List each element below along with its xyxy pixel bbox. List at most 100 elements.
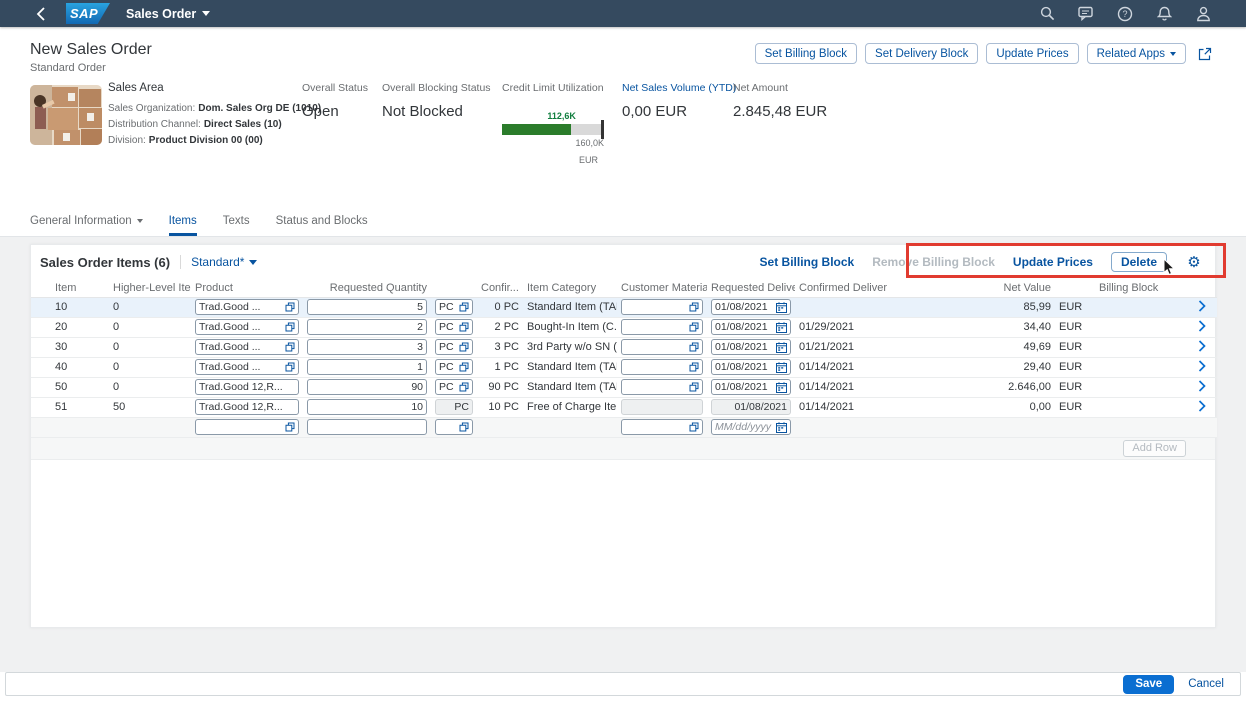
item-row-50[interactable]: 500Trad.Good 12,R...90PC90 PCStandard It… — [31, 377, 1217, 397]
item-row-51[interactable]: 5150Trad.Good 12,R...10PC10 PCFree of Ch… — [31, 397, 1217, 417]
value-help-icon[interactable] — [285, 322, 295, 332]
requested-quantity-input[interactable]: 2 — [307, 319, 427, 335]
profile-icon[interactable] — [1194, 5, 1212, 23]
back-icon[interactable] — [30, 4, 50, 24]
notifications-icon[interactable] — [1155, 5, 1173, 23]
requested-delivery-input[interactable]: 01/08/2021 — [711, 339, 791, 355]
new-customer-material-input[interactable] — [621, 419, 703, 435]
value-help-icon[interactable] — [459, 362, 469, 372]
save-button[interactable]: Save — [1123, 675, 1174, 694]
gear-icon[interactable]: ⚙ — [1185, 253, 1203, 271]
row-navigation[interactable] — [1187, 397, 1217, 417]
value-help-icon[interactable] — [689, 362, 699, 372]
cancel-button[interactable]: Cancel — [1188, 678, 1224, 690]
delete-action[interactable]: Delete — [1111, 252, 1167, 272]
product-input[interactable]: Trad.Good 12,R... — [195, 379, 299, 395]
row-navigation[interactable] — [1187, 357, 1217, 377]
unit-input[interactable]: PC — [435, 339, 473, 355]
row-navigation-icon[interactable] — [1198, 380, 1206, 392]
new-product-input[interactable] — [195, 419, 299, 435]
item-row-30[interactable]: 300Trad.Good ...3PC3 PC3rd Party w/o SN … — [31, 337, 1217, 357]
item-row-40[interactable]: 400Trad.Good ...1PC1 PCStandard Item (TA… — [31, 357, 1217, 377]
calendar-icon[interactable] — [776, 302, 787, 313]
value-help-icon[interactable] — [285, 422, 295, 432]
set-billing-block-button[interactable]: Set Billing Block — [755, 43, 857, 64]
value-help-icon[interactable] — [285, 342, 295, 352]
open-in-new-icon[interactable] — [1194, 43, 1216, 64]
sales-area-facet: Sales Area Sales Organization:Dom. Sales… — [108, 82, 321, 146]
update-prices-button[interactable]: Update Prices — [986, 43, 1078, 64]
value-help-icon[interactable] — [689, 382, 699, 392]
value-help-icon[interactable] — [459, 382, 469, 392]
calendar-icon[interactable] — [776, 362, 787, 373]
cell-billing_block — [1095, 417, 1187, 437]
product-input[interactable]: Trad.Good ... — [195, 339, 299, 355]
feedback-icon[interactable] — [1077, 5, 1095, 23]
row-navigation[interactable] — [1187, 377, 1217, 397]
calendar-icon[interactable] — [776, 342, 787, 353]
customer-material-input[interactable] — [621, 359, 703, 375]
app-title-menu[interactable]: Sales Order — [126, 7, 210, 21]
value-help-icon[interactable] — [459, 322, 469, 332]
requested-quantity-input[interactable]: 10 — [307, 399, 427, 415]
requested-quantity-input[interactable]: 5 — [307, 299, 427, 315]
value-help-icon[interactable] — [689, 422, 699, 432]
value-help-icon[interactable] — [689, 322, 699, 332]
row-navigation-icon[interactable] — [1198, 340, 1206, 352]
tab-texts[interactable]: Texts — [223, 215, 250, 236]
row-navigation[interactable] — [1187, 337, 1217, 357]
product-input[interactable]: Trad.Good 12,R... — [195, 399, 299, 415]
value-help-icon[interactable] — [459, 342, 469, 352]
calendar-icon[interactable] — [776, 322, 787, 333]
new-requested-delivery-input[interactable]: MM/dd/yyyy — [711, 419, 791, 435]
row-navigation-icon[interactable] — [1198, 400, 1206, 412]
item-row-10[interactable]: 100Trad.Good ...5PC0 PCStandard Item (TA… — [31, 297, 1217, 317]
row-navigation-icon[interactable] — [1198, 320, 1206, 332]
value-help-icon[interactable] — [689, 302, 699, 312]
value-help-icon[interactable] — [689, 342, 699, 352]
row-navigation-icon[interactable] — [1198, 300, 1206, 312]
product-input[interactable]: Trad.Good ... — [195, 299, 299, 315]
add-row-button[interactable]: Add Row — [1123, 440, 1186, 457]
product-input[interactable]: Trad.Good ... — [195, 319, 299, 335]
update-prices-action[interactable]: Update Prices — [1013, 255, 1093, 269]
search-icon[interactable] — [1038, 5, 1056, 23]
value-help-icon[interactable] — [285, 362, 295, 372]
requested-delivery-input[interactable]: 01/08/2021 — [711, 319, 791, 335]
tab-items[interactable]: Items — [169, 215, 197, 236]
row-navigation[interactable] — [1187, 297, 1217, 317]
customer-material-input[interactable] — [621, 319, 703, 335]
requested-quantity-input[interactable]: 3 — [307, 339, 427, 355]
requested-delivery-input[interactable]: 01/08/2021 — [711, 359, 791, 375]
row-navigation[interactable] — [1187, 317, 1217, 337]
tab-general-information[interactable]: General Information — [30, 215, 143, 236]
related-apps-button[interactable]: Related Apps — [1087, 43, 1186, 64]
variant-selector[interactable]: Standard* — [180, 255, 257, 269]
calendar-icon[interactable] — [776, 422, 787, 433]
customer-material-input[interactable] — [621, 339, 703, 355]
requested-delivery-input[interactable]: 01/08/2021 — [711, 299, 791, 315]
unit-input[interactable]: PC — [435, 359, 473, 375]
unit-input[interactable]: PC — [435, 379, 473, 395]
help-icon[interactable]: ? — [1116, 5, 1134, 23]
set-delivery-block-button[interactable]: Set Delivery Block — [865, 43, 978, 64]
unit-input[interactable]: PC — [435, 319, 473, 335]
requested-quantity-input[interactable]: 1 — [307, 359, 427, 375]
value-help-icon[interactable] — [459, 302, 469, 312]
row-navigation-icon[interactable] — [1198, 360, 1206, 372]
new-unit-input[interactable] — [435, 419, 473, 435]
requested-quantity-input[interactable]: 90 — [307, 379, 427, 395]
value-help-icon[interactable] — [285, 302, 295, 312]
customer-material-input[interactable] — [621, 299, 703, 315]
set-billing-block-action[interactable]: Set Billing Block — [760, 255, 855, 269]
tab-status-and-blocks[interactable]: Status and Blocks — [276, 215, 368, 236]
net-sales-volume-link[interactable]: Net Sales Volume (YTD) — [622, 82, 736, 94]
product-input[interactable]: Trad.Good ... — [195, 359, 299, 375]
value-help-icon[interactable] — [459, 422, 469, 432]
item-row-20[interactable]: 200Trad.Good ...2PC2 PCBought-In Item (C… — [31, 317, 1217, 337]
requested-delivery-input[interactable]: 01/08/2021 — [711, 379, 791, 395]
new-requested-quantity-input[interactable] — [307, 419, 427, 435]
unit-input[interactable]: PC — [435, 299, 473, 315]
customer-material-input[interactable] — [621, 379, 703, 395]
calendar-icon[interactable] — [776, 382, 787, 393]
